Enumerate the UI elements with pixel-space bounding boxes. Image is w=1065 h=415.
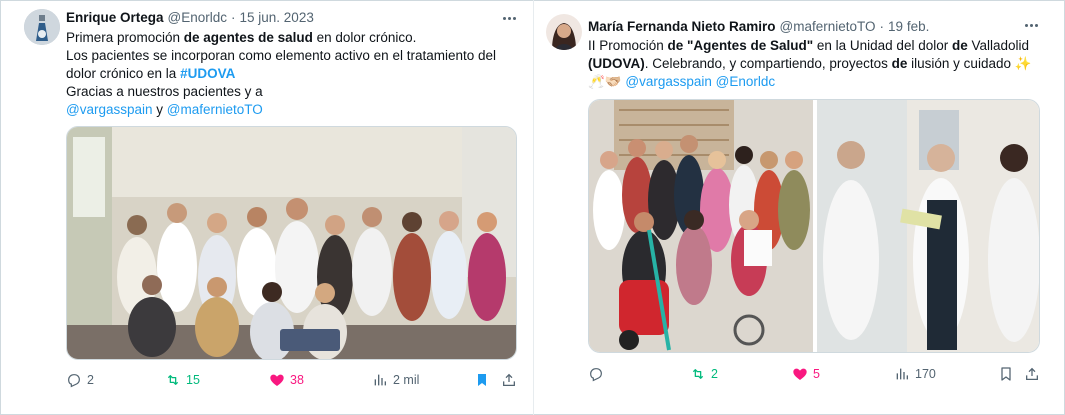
bookmark-icon: [1001, 367, 1011, 381]
two-photos-image: [589, 100, 1039, 352]
text-line: Los pacientes se incorporan como element…: [66, 48, 496, 63]
tweet-card-2[interactable]: María Fernanda Nieto Ramiro @mafernietoT…: [536, 0, 1065, 415]
tweet-card-1[interactable]: Enrique Ortega @Enorldc · 15 jun. 2023 P…: [0, 0, 530, 415]
reply-icon: [68, 374, 80, 388]
like-count: 38: [290, 373, 304, 387]
mention-link[interactable]: @vargasspain: [66, 102, 153, 117]
like-button[interactable]: 5: [792, 364, 820, 384]
like-count: 5: [813, 367, 820, 381]
retweet-button[interactable]: 15: [165, 370, 200, 390]
author-handle[interactable]: @mafernietoTO: [780, 18, 876, 36]
tweet-photo[interactable]: [66, 126, 517, 360]
views-button[interactable]: 2 mil: [372, 370, 419, 390]
sparkles-emoji: ✨: [1014, 56, 1032, 71]
emoji-group: 🥂🫱🏻‍🫲🏼: [588, 74, 622, 89]
heart-icon: [793, 368, 807, 380]
share-button[interactable]: [501, 370, 522, 390]
tweet-date[interactable]: 19 feb.: [888, 18, 929, 36]
text-segment: II Promoción: [588, 38, 668, 53]
bookmark-button[interactable]: [474, 370, 495, 390]
mention-link[interactable]: @mafernietoTO: [167, 102, 263, 117]
author-name[interactable]: María Fernanda Nieto Ramiro: [588, 18, 776, 36]
bookmark-icon: [478, 374, 486, 386]
tweet-date[interactable]: 15 jun. 2023: [240, 9, 314, 27]
views-count: 170: [915, 367, 936, 381]
action-bar: 2 5 170: [588, 364, 1040, 384]
retweet-count: 2: [711, 367, 718, 381]
author-name[interactable]: Enrique Ortega: [66, 9, 164, 27]
mention-link[interactable]: @vargasspain: [625, 74, 712, 89]
retweet-icon: [167, 375, 179, 385]
text-segment: en la Unidad del dolor: [813, 38, 952, 53]
views-button[interactable]: 170: [894, 364, 936, 384]
text-segment: Valladolid: [967, 38, 1030, 53]
views-count: 2 mil: [393, 373, 420, 387]
retweet-icon: [692, 369, 704, 379]
hashtag-link[interactable]: #UDOVA: [180, 66, 235, 81]
text-bold: de: [891, 56, 908, 71]
reply-button[interactable]: [588, 364, 609, 384]
text-bold: de "Agentes de Salud": [667, 38, 814, 53]
like-button[interactable]: 38: [269, 370, 304, 390]
reply-button[interactable]: 2: [66, 370, 94, 390]
column-divider: [533, 0, 534, 415]
group-photo-image: [67, 127, 516, 359]
text-segment: ilusión y cuidado: [907, 56, 1015, 71]
text-segment: . Celebrando, y compartiendo, proyectos: [644, 56, 892, 71]
tweet-photo-grid[interactable]: [588, 99, 1040, 353]
text-bold: de agentes de salud: [183, 30, 313, 45]
share-button[interactable]: [1024, 364, 1045, 384]
share-icon: [1026, 367, 1038, 380]
bookmark-button[interactable]: [998, 364, 1019, 384]
heart-icon: [270, 374, 284, 386]
author-handle[interactable]: @Enorldc: [168, 9, 227, 27]
reply-icon: [590, 368, 602, 382]
more-icon[interactable]: [500, 9, 518, 27]
separator-dot: ·: [879, 19, 885, 34]
tweet-header: María Fernanda Nieto Ramiro @mafernietoT…: [588, 18, 929, 36]
views-icon: [896, 368, 908, 380]
mention-link[interactable]: @Enorldc: [716, 74, 775, 89]
avatar[interactable]: [546, 14, 582, 50]
avatar[interactable]: [24, 9, 60, 45]
text-bold: (UDOVA): [588, 56, 645, 71]
tweet-text: II Promoción de "Agentes de Salud" en la…: [588, 37, 1058, 91]
tweet-header: Enrique Ortega @Enorldc · 15 jun. 2023: [66, 9, 314, 27]
reply-count: 2: [87, 373, 94, 387]
text-segment: dolor crónico en la: [66, 66, 181, 81]
text-segment: Primera promoción: [66, 30, 184, 45]
text-segment: en dolor crónico.: [312, 30, 417, 45]
more-icon[interactable]: [1022, 16, 1040, 34]
action-bar: 2 15 38 2 mil: [66, 370, 517, 390]
text-bold: de: [951, 38, 968, 53]
retweet-count: 15: [186, 373, 200, 387]
share-icon: [503, 373, 515, 386]
text-line: Gracias a nuestros pacientes y a: [66, 84, 263, 99]
text-segment: y: [152, 102, 167, 117]
views-icon: [374, 374, 386, 386]
separator-dot: ·: [231, 10, 236, 25]
retweet-button[interactable]: 2: [690, 364, 718, 384]
tweet-text: Primera promoción de agentes de salud en…: [66, 29, 516, 119]
